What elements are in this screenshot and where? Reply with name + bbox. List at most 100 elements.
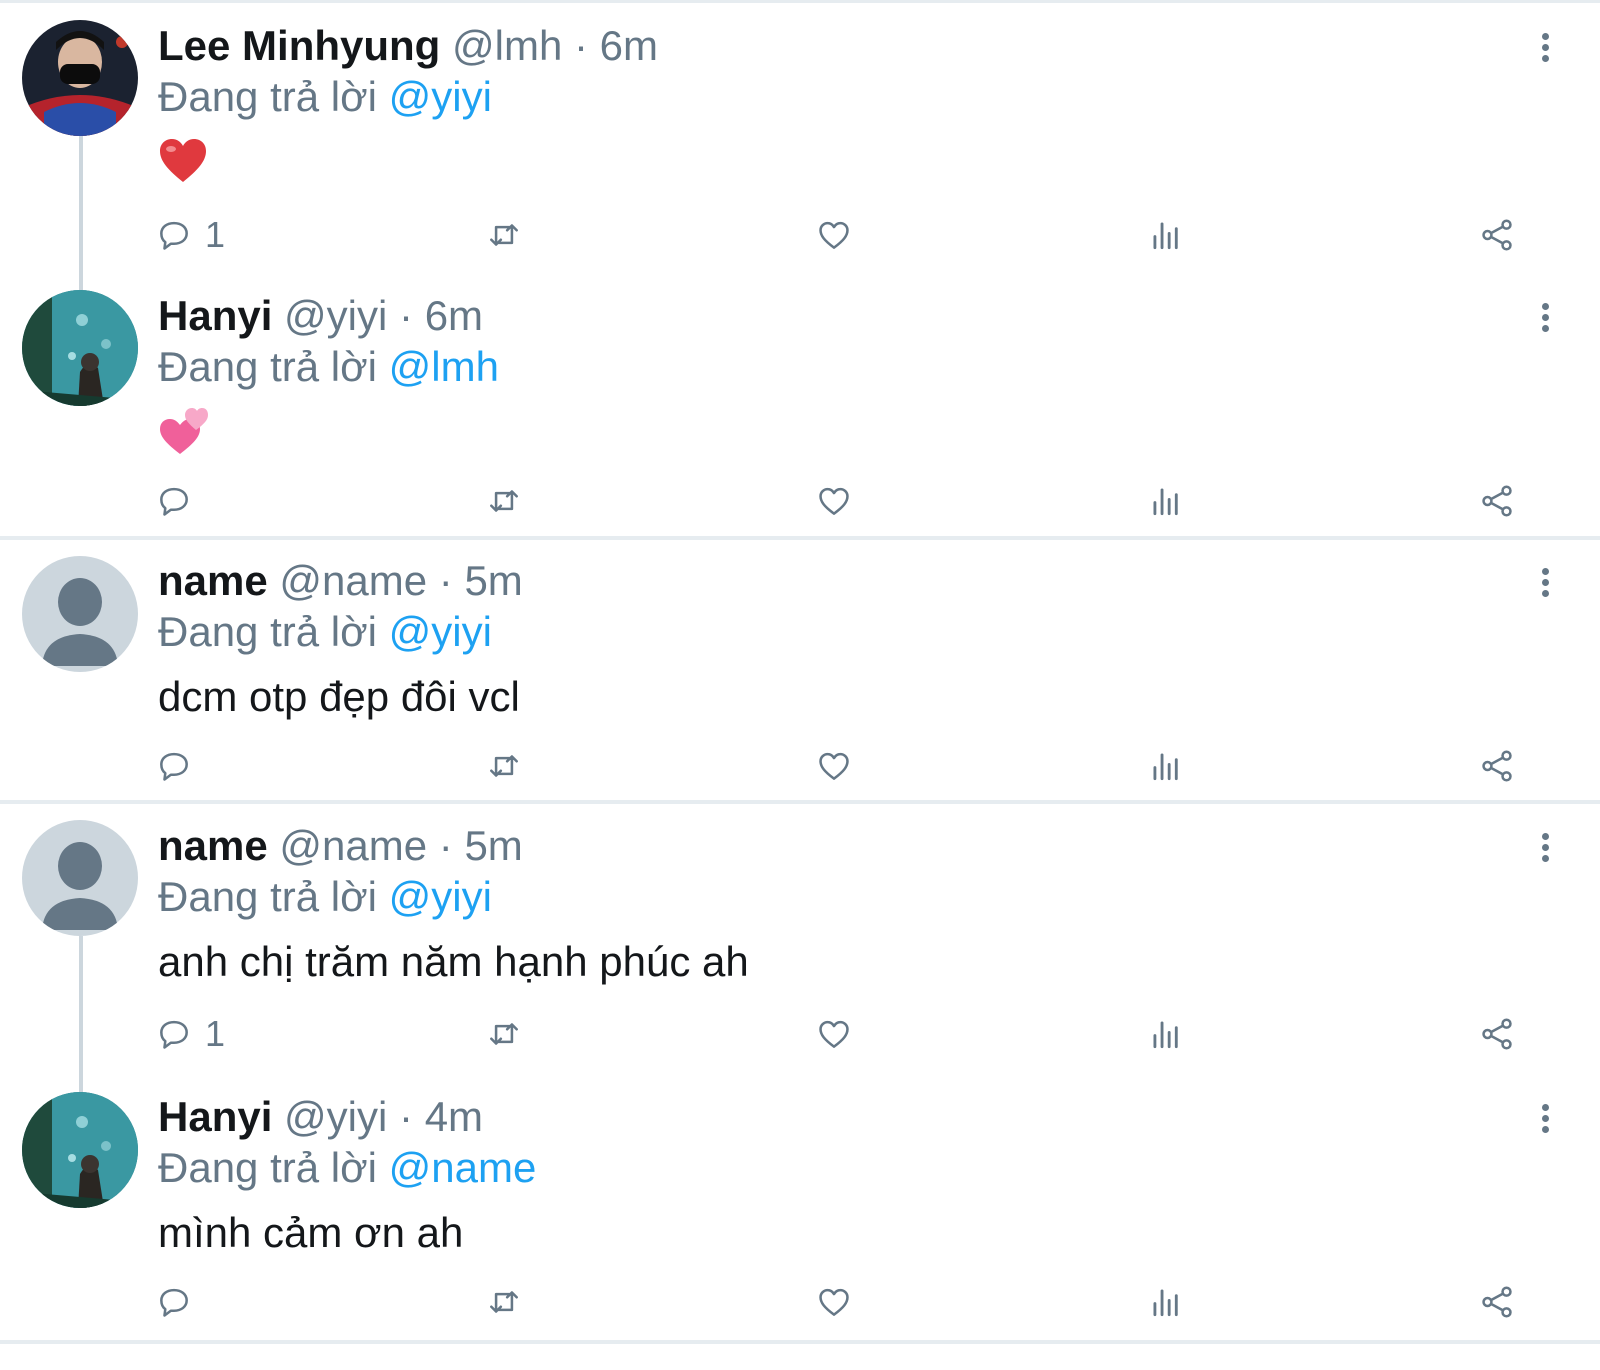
tweet-header: name @name · 5m	[158, 820, 523, 872]
heart-icon	[819, 221, 849, 249]
tweet-header: Hanyi @yiyi · 6m	[158, 290, 483, 342]
more-vertical-icon	[1535, 1104, 1555, 1133]
display-name[interactable]: Hanyi	[158, 1093, 272, 1140]
share-button[interactable]	[1478, 1014, 1516, 1054]
display-name[interactable]: name	[158, 557, 268, 604]
avatar-hanyi[interactable]	[22, 290, 138, 406]
timestamp[interactable]: 6m	[425, 292, 483, 339]
timestamp[interactable]: 6m	[600, 22, 658, 69]
tweet-text: mình cảm ơn ah	[158, 1209, 464, 1256]
replying-to: Đang trả lời @name	[158, 1142, 536, 1194]
heart-emoji	[158, 138, 208, 189]
analytics-button[interactable]	[1147, 215, 1185, 255]
tweet-3[interactable]: name @name · 5m Đang trả lời @yiyi dcm o…	[0, 540, 1600, 800]
separator-dot: ·	[574, 22, 588, 69]
display-name[interactable]: Hanyi	[158, 292, 272, 339]
separator-dot: ·	[399, 1093, 414, 1140]
share-button[interactable]	[1478, 481, 1516, 521]
user-handle[interactable]: @yiyi	[284, 1093, 387, 1140]
retweet-button[interactable]	[485, 1282, 523, 1322]
retweet-button[interactable]	[485, 215, 523, 255]
more-options-button[interactable]	[1535, 300, 1555, 336]
retweet-icon	[490, 224, 518, 246]
reply-count: 1	[205, 1013, 226, 1054]
timestamp[interactable]: 4m	[425, 1093, 483, 1140]
timestamp[interactable]: 5m	[464, 557, 522, 604]
like-button[interactable]	[815, 1282, 853, 1322]
user-handle[interactable]: @name	[279, 557, 427, 604]
heart-icon	[819, 752, 849, 780]
more-options-button[interactable]	[1535, 830, 1555, 866]
like-button[interactable]	[815, 746, 853, 786]
user-handle[interactable]: @lmh	[452, 22, 562, 69]
two-hearts-emoji	[158, 406, 210, 461]
replying-to: Đang trả lời @yiyi	[158, 606, 492, 658]
reply-icon	[160, 221, 188, 250]
retweet-icon	[490, 755, 518, 777]
mention-link[interactable]: @yiyi	[389, 608, 492, 655]
retweet-button[interactable]	[485, 481, 523, 521]
share-button[interactable]	[1478, 215, 1516, 255]
replying-to-label: Đang trả lời	[158, 1144, 377, 1191]
tweet-text: anh chị trăm năm hạnh phúc ah	[158, 938, 749, 985]
mention-link[interactable]: @yiyi	[389, 873, 492, 920]
mention-link[interactable]: @yiyi	[389, 73, 492, 120]
analytics-icon	[1153, 1289, 1178, 1317]
retweet-icon	[490, 1291, 518, 1313]
tweet-2[interactable]: Hanyi @yiyi · 6m Đang trả lời @lmh	[0, 270, 1600, 536]
like-button[interactable]	[815, 481, 853, 521]
reply-button[interactable]: 1	[155, 1013, 226, 1054]
tweet-5[interactable]: Hanyi @yiyi · 4m Đang trả lời @name mình…	[0, 1074, 1600, 1340]
reply-button[interactable]: 1	[155, 214, 225, 255]
analytics-button[interactable]	[1147, 481, 1185, 521]
more-options-button[interactable]	[1535, 1101, 1555, 1137]
avatar-hanyi[interactable]	[22, 1092, 138, 1208]
more-vertical-icon	[1535, 303, 1555, 332]
user-handle[interactable]: @name	[279, 822, 427, 869]
mention-link[interactable]: @lmh	[389, 343, 499, 390]
timestamp[interactable]: 5m	[464, 822, 522, 869]
mention-link[interactable]: @name	[389, 1144, 537, 1191]
retweet-button[interactable]	[485, 1014, 523, 1054]
analytics-icon	[1153, 488, 1178, 516]
share-icon	[1482, 1018, 1512, 1050]
tweet-text: dcm otp đẹp đôi vcl	[158, 673, 520, 720]
reply-button[interactable]	[155, 481, 205, 521]
reply-icon	[160, 1020, 188, 1049]
replying-to: Đang trả lời @lmh	[158, 341, 499, 393]
retweet-icon	[490, 1023, 518, 1045]
more-options-button[interactable]	[1535, 565, 1555, 601]
tweet-4[interactable]: name @name · 5m Đang trả lời @yiyi anh c…	[0, 804, 1600, 1094]
reply-button[interactable]	[155, 1282, 205, 1322]
tweet-1[interactable]: Lee Minhyung @lmh · 6m Đang trả lời @yiy…	[0, 0, 1600, 290]
share-icon	[1482, 1286, 1512, 1318]
analytics-button[interactable]	[1147, 1014, 1185, 1054]
display-name[interactable]: name	[158, 822, 268, 869]
analytics-button[interactable]	[1147, 746, 1185, 786]
more-vertical-icon	[1535, 568, 1555, 597]
reply-icon	[160, 487, 188, 516]
share-button[interactable]	[1478, 746, 1516, 786]
tweet-divider	[0, 1340, 1600, 1344]
tweet-header: name @name · 5m	[158, 555, 523, 607]
reply-icon	[160, 1288, 188, 1317]
avatar-lee-minhyung[interactable]	[22, 20, 138, 136]
analytics-button[interactable]	[1147, 1282, 1185, 1322]
share-button[interactable]	[1478, 1282, 1516, 1322]
more-vertical-icon	[1535, 33, 1555, 62]
user-handle[interactable]: @yiyi	[284, 292, 387, 339]
more-vertical-icon	[1535, 833, 1555, 862]
more-options-button[interactable]	[1535, 30, 1555, 66]
avatar-default[interactable]	[22, 820, 138, 936]
like-button[interactable]	[815, 1014, 853, 1054]
avatar-default[interactable]	[22, 556, 138, 672]
retweet-button[interactable]	[485, 746, 523, 786]
reply-button[interactable]	[155, 746, 205, 786]
like-button[interactable]	[815, 215, 853, 255]
replying-to-label: Đang trả lời	[158, 343, 377, 390]
display-name[interactable]: Lee Minhyung	[158, 22, 440, 69]
replying-to: Đang trả lời @yiyi	[158, 871, 492, 923]
replying-to-label: Đang trả lời	[158, 873, 377, 920]
share-icon	[1482, 485, 1512, 517]
replying-to-label: Đang trả lời	[158, 608, 377, 655]
